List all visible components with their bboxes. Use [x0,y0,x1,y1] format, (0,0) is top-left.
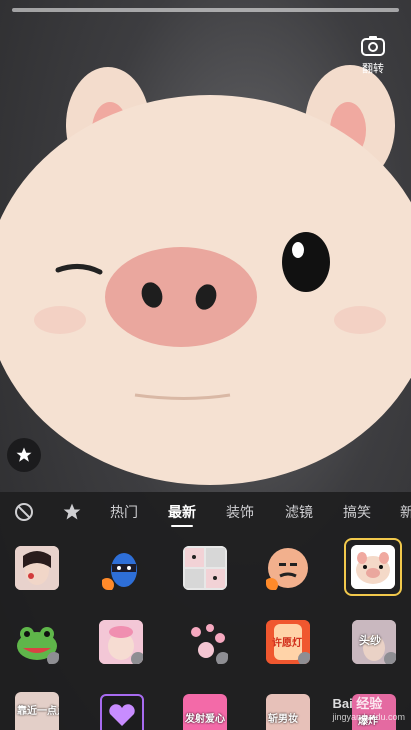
star-icon [16,447,32,462]
tab-newest[interactable]: 最新 [168,502,196,522]
download-icon [131,652,143,664]
flip-camera-icon [361,36,385,56]
camera-screen: 翻转 热门 最新 装饰 滤镜 搞笑 新 许愿灯 头纱 靠近一点 发射爱心 斩男妆… [0,0,411,730]
watermark-brand: Bai 经验 [332,696,383,711]
effect-label-near: 靠近一点点 [17,706,59,717]
effect-frog[interactable] [15,620,59,664]
effect-label-makeup: 斩男妆 [268,714,298,725]
effects-tabs: 热门 最新 装饰 滤镜 搞笑 新 [0,492,411,530]
tab-more[interactable]: 新 [400,502,411,522]
pig-face-effect-preview [0,65,411,485]
effect-veil[interactable]: 头纱 [352,620,396,664]
download-icon [47,652,59,664]
flip-camera-label: 翻转 [362,63,384,75]
effect-label-veil: 头纱 [359,635,381,647]
no-effect-icon[interactable] [14,502,34,522]
effect-label-lantern: 许愿灯 [272,638,302,649]
flip-camera-button[interactable]: 翻转 [355,34,391,76]
mic-badge-icon [266,578,278,590]
effect-cat-grid[interactable] [183,546,227,590]
effect-near[interactable]: 靠近一点点 [15,692,59,730]
effect-wish-lantern[interactable]: 许愿灯 [266,620,310,664]
effect-pink-pig-face[interactable] [99,620,143,664]
effect-label-love: 发射爱心 [185,714,225,725]
download-icon [298,652,310,664]
favorites-tab-star-icon[interactable] [62,502,82,522]
tab-filter[interactable]: 滤镜 [285,502,313,522]
effect-makeup[interactable]: 斩男妆 [266,694,310,730]
active-tab-indicator [171,525,193,527]
download-icon [384,652,396,664]
effect-cherry-blossom[interactable] [184,620,228,664]
selected-effect-frame [344,538,402,596]
effect-purple-heart[interactable] [100,694,144,730]
effect-bald-man[interactable] [266,546,310,590]
favorite-button[interactable] [7,438,41,472]
tab-hot[interactable]: 热门 [110,502,138,522]
mic-badge-icon [102,578,114,590]
effect-love[interactable]: 发射爱心 [183,694,227,730]
watermark: Bai 经验 jingyan.baidu.com [332,693,405,722]
tab-decor[interactable]: 装饰 [226,502,254,522]
effect-blue-ninja[interactable] [102,546,146,590]
tab-funny[interactable]: 搞笑 [343,502,371,522]
progress-bar [12,8,399,12]
watermark-url: jingyan.baidu.com [332,712,405,722]
download-icon [216,652,228,664]
effect-blush-girl[interactable] [15,546,59,590]
